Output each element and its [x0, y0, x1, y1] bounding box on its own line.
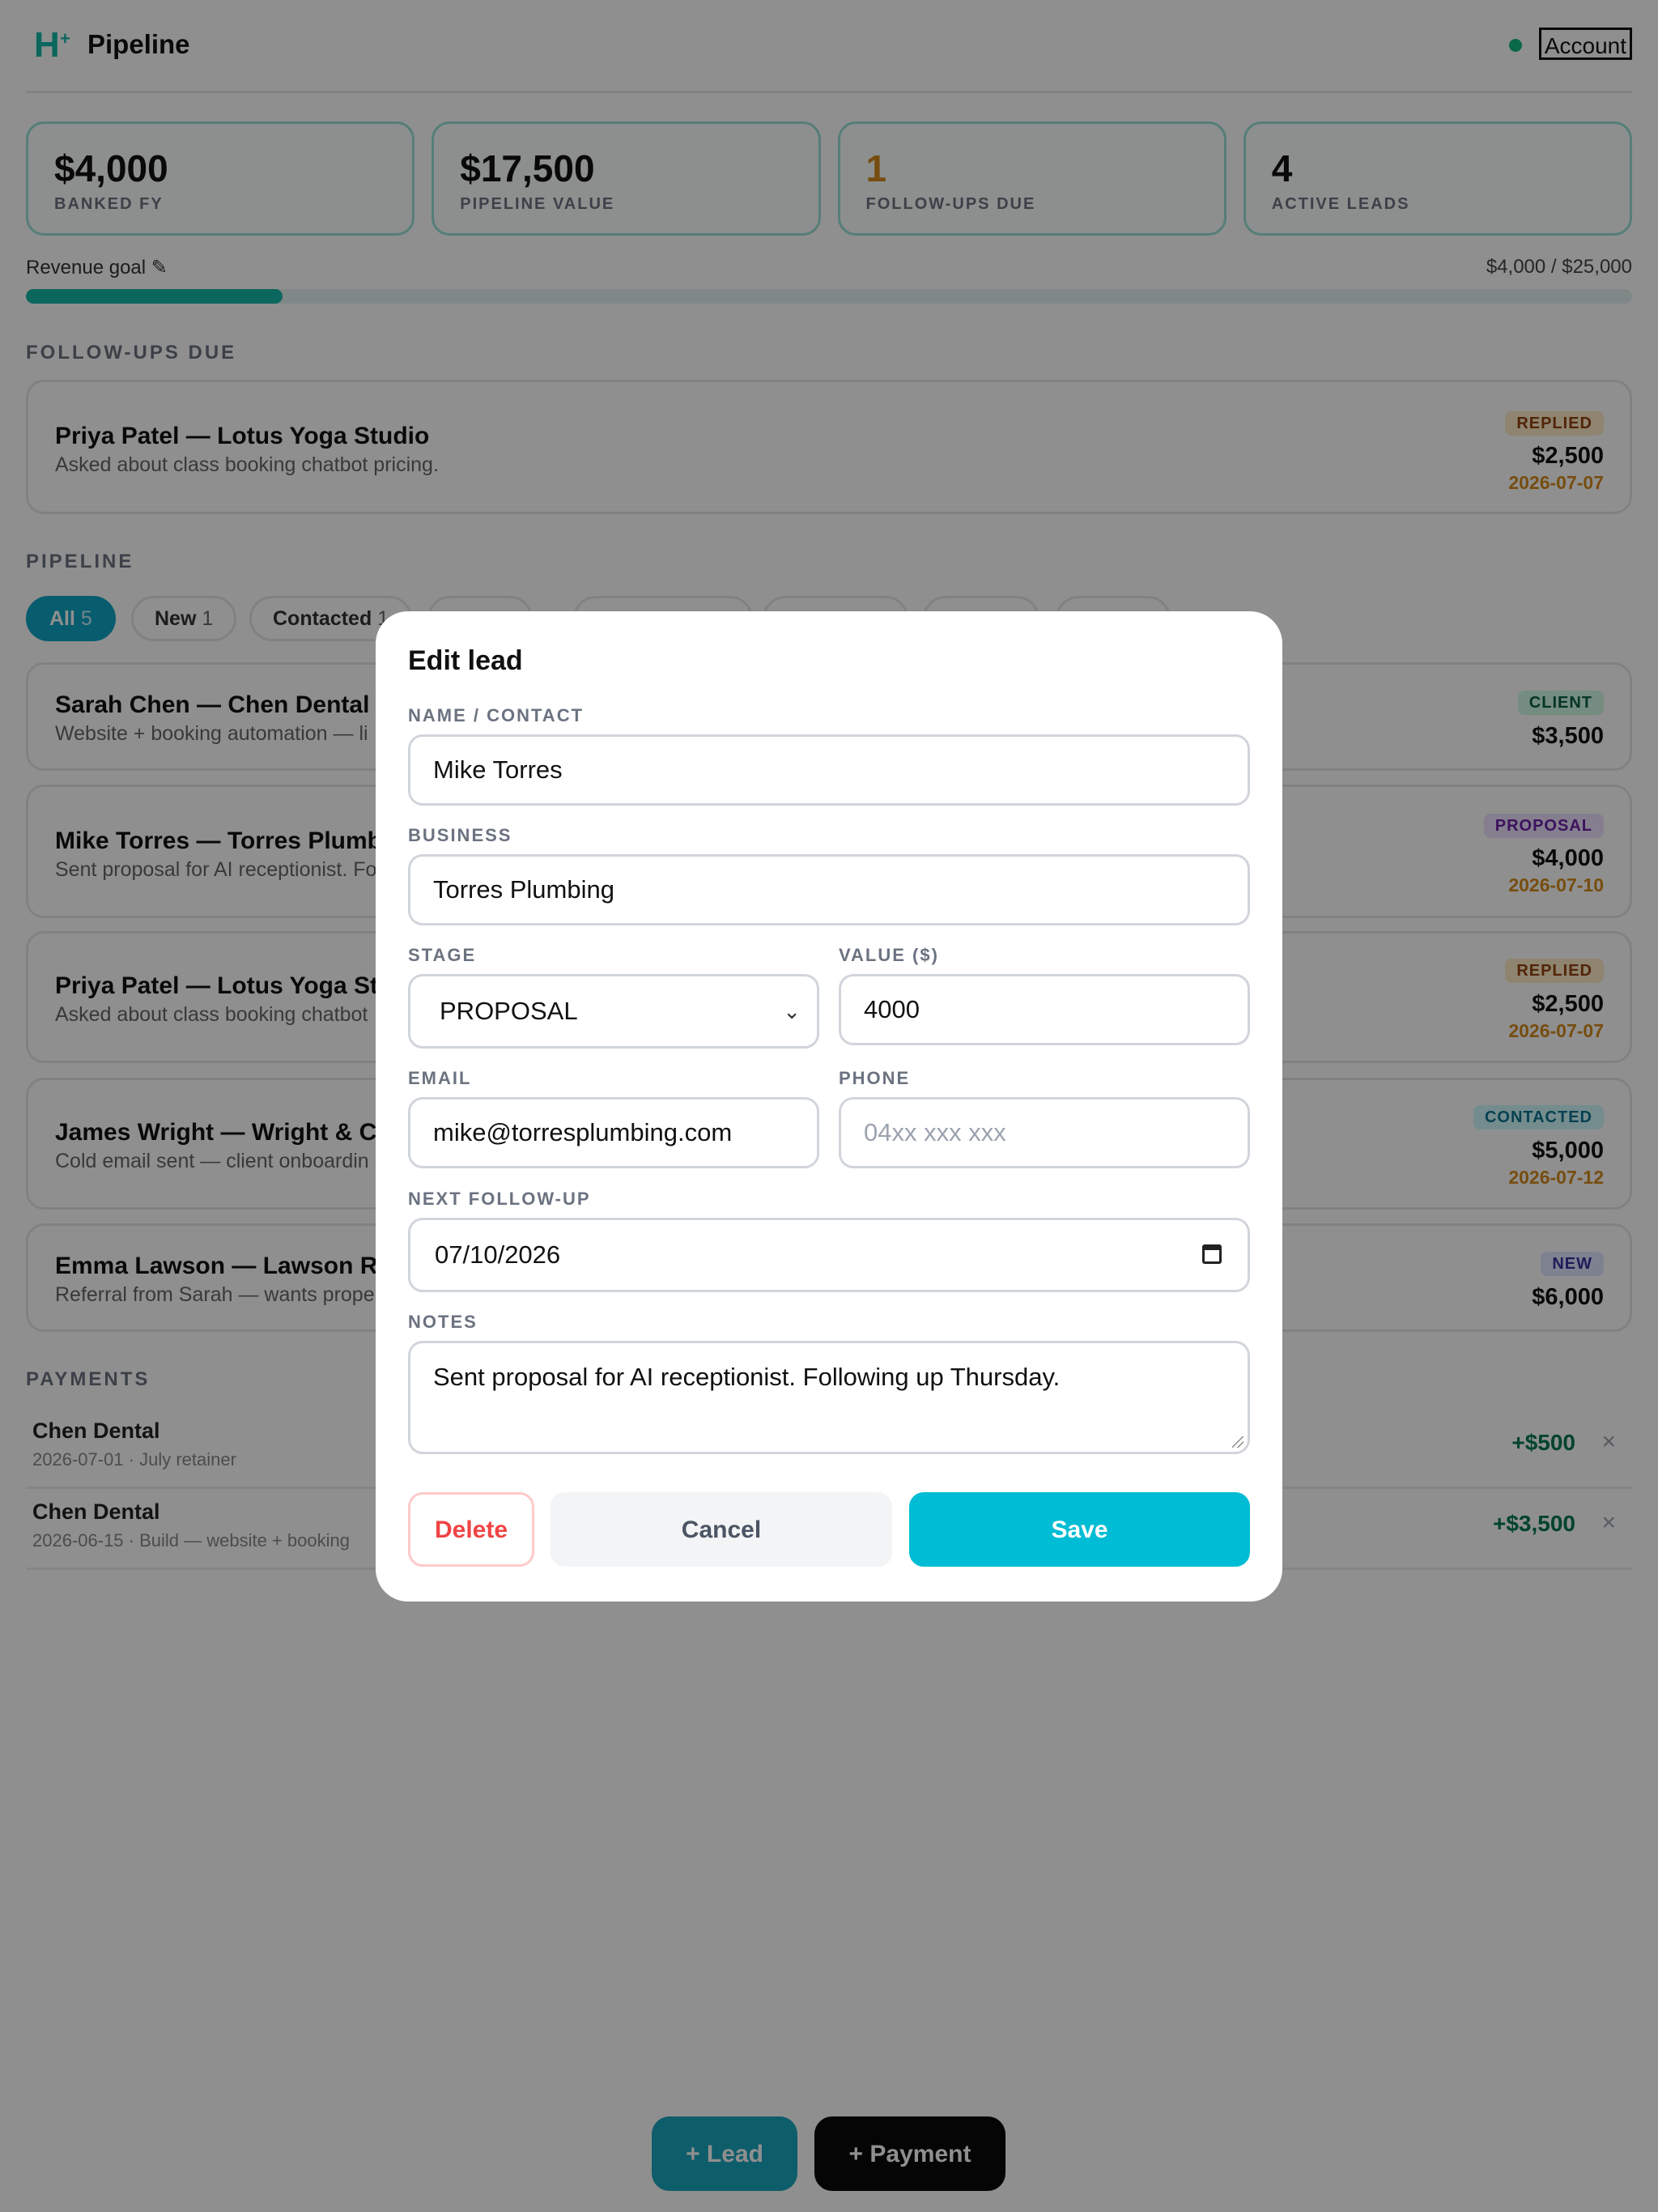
business-input[interactable] [408, 854, 1250, 925]
value-label: VALUE ($) [839, 945, 939, 965]
value-input[interactable] [839, 974, 1250, 1045]
edit-lead-modal: Edit lead NAME / CONTACT BUSINESS STAGE … [376, 611, 1282, 1602]
phone-input[interactable] [839, 1097, 1250, 1168]
cancel-button[interactable]: Cancel [551, 1492, 892, 1567]
modal-title: Edit lead [408, 645, 523, 676]
resize-handle-icon[interactable] [1232, 1436, 1244, 1448]
phone-label: PHONE [839, 1068, 911, 1088]
stage-selected-value: PROPOSAL [440, 997, 578, 1025]
stage-label: STAGE [408, 945, 477, 965]
chevron-down-icon: ⌄ [783, 999, 801, 1023]
name-label: NAME / CONTACT [408, 705, 585, 725]
calendar-icon[interactable] [1202, 1244, 1222, 1264]
pipeline-page: H + Pipeline Account $4,000 BANKED FY $17… [0, 0, 1658, 2212]
name-input[interactable] [408, 734, 1250, 806]
notes-textarea[interactable]: Sent proposal for AI receptionist. Follo… [408, 1341, 1250, 1454]
save-button[interactable]: Save [909, 1492, 1250, 1567]
email-input[interactable] [408, 1097, 819, 1168]
followup-label: NEXT FOLLOW-UP [408, 1189, 591, 1209]
followup-date-value: 07/10/2026 [435, 1240, 561, 1269]
delete-button[interactable]: Delete [408, 1492, 534, 1567]
notes-label: NOTES [408, 1312, 478, 1332]
stage-select[interactable]: PROPOSAL ⌄ [408, 974, 819, 1049]
email-label: EMAIL [408, 1068, 472, 1088]
business-label: BUSINESS [408, 825, 512, 845]
followup-date-input[interactable]: 07/10/2026 [408, 1218, 1250, 1292]
